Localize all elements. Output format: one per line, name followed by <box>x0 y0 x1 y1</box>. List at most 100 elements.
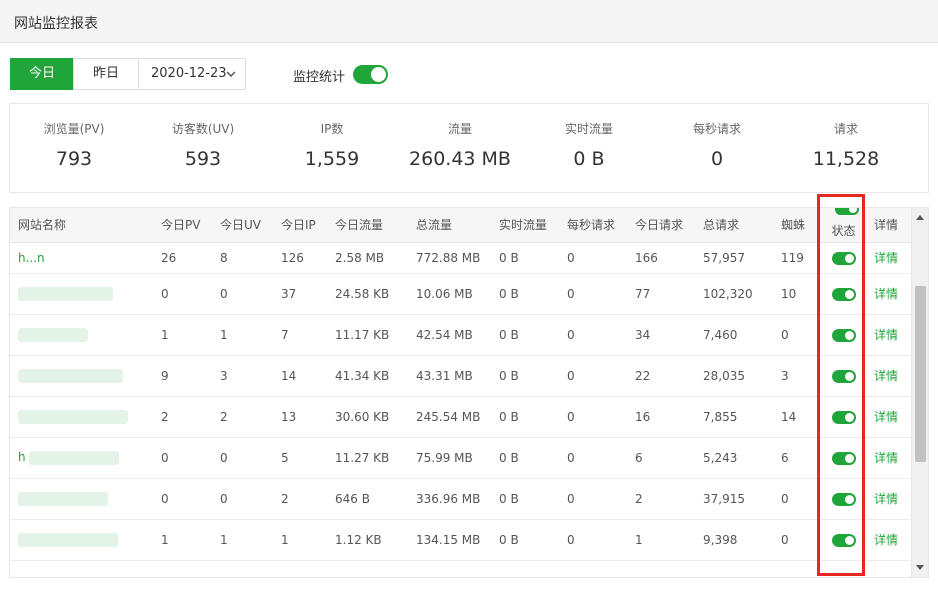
site-table-container[interactable]: 网站名称 今日PV 今日UV 今日IP 今日流量 总流量 实时流量 每秒请求 今… <box>9 207 929 578</box>
detail-link[interactable]: 详情 <box>874 451 898 465</box>
date-select[interactable]: 2020-12-23 <box>138 58 246 90</box>
col-spider[interactable]: 蜘蛛 <box>773 208 821 243</box>
site-name-cell[interactable] <box>10 478 153 520</box>
realtime-traffic-cell: 0 B <box>491 437 559 479</box>
site-name-cell[interactable]: h...n <box>10 242 153 274</box>
pv-cell: 0 <box>153 273 212 315</box>
total-traffic-cell: 772.88 MB <box>408 242 491 274</box>
site-name-cell[interactable] <box>10 519 153 561</box>
col-today-traffic[interactable]: 今日流量 <box>327 208 408 243</box>
col-total-traffic[interactable]: 总流量 <box>408 208 491 243</box>
requests-cell: 22 <box>627 355 695 397</box>
site-table: 网站名称 今日PV 今日UV 今日IP 今日流量 总流量 实时流量 每秒请求 今… <box>10 208 928 561</box>
detail-link[interactable]: 详情 <box>874 492 898 506</box>
status-toggle[interactable] <box>831 328 856 342</box>
today-button[interactable]: 今日 <box>10 58 74 90</box>
stat-label: 实时流量 <box>564 122 613 136</box>
col-site-name[interactable]: 网站名称 <box>10 208 153 243</box>
status-toggle-all[interactable] <box>835 208 859 215</box>
total-requests-cell: 102,320 <box>695 273 773 315</box>
detail-link[interactable]: 详情 <box>874 328 898 342</box>
table-row: h...n 26 8 126 2.58 MB 772.88 MB 0 B 0 1… <box>10 242 928 274</box>
status-toggle[interactable] <box>831 369 856 383</box>
col-today-uv[interactable]: 今日UV <box>212 208 273 243</box>
site-name-cell[interactable] <box>10 396 153 438</box>
total-traffic-cell: 245.54 MB <box>408 396 491 438</box>
ip-cell: 14 <box>273 355 327 397</box>
status-toggle[interactable] <box>831 492 856 506</box>
table-row: 1 1 7 11.17 KB 42.54 MB 0 B 0 34 7,460 0… <box>10 314 928 356</box>
stat-value: 0 <box>710 148 724 170</box>
requests-cell: 2 <box>627 478 695 520</box>
status-cell <box>821 396 866 438</box>
traffic-cell: 11.17 KB <box>327 314 408 356</box>
window-title: 网站监控报表 <box>14 16 98 32</box>
stat-value: 593 <box>184 148 222 170</box>
uv-cell: 1 <box>212 519 273 561</box>
ip-cell: 37 <box>273 273 327 315</box>
site-name-cell[interactable] <box>10 273 153 315</box>
chevron-down-icon <box>226 71 236 78</box>
total-traffic-cell: 75.99 MB <box>408 437 491 479</box>
site-name-cell[interactable] <box>10 355 153 397</box>
table-row: 1 1 1 1.12 KB 134.15 MB 0 B 0 1 9,398 0 … <box>10 519 928 561</box>
ip-cell: 1 <box>273 519 327 561</box>
status-toggle[interactable] <box>831 287 856 301</box>
site-name-cell[interactable] <box>10 314 153 356</box>
status-cell <box>821 314 866 356</box>
spider-cell: 6 <box>773 437 821 479</box>
stat-label: 请求 <box>833 122 858 136</box>
spider-cell: 14 <box>773 396 821 438</box>
col-realtime-traffic[interactable]: 实时流量 <box>491 208 559 243</box>
rps-cell: 0 <box>559 273 627 315</box>
vertical-scrollbar[interactable] <box>911 208 928 577</box>
monitor-stats-label: 监控统计 <box>293 70 346 85</box>
site-name-redacted <box>29 450 120 465</box>
col-status[interactable]: 状态 <box>821 208 866 243</box>
status-toggle[interactable] <box>831 410 856 424</box>
toggle-knob <box>844 253 854 263</box>
site-name-redacted <box>18 286 113 301</box>
requests-cell: 1 <box>627 519 695 561</box>
rps-cell: 0 <box>559 437 627 479</box>
site-name[interactable]: h <box>18 450 26 464</box>
total-traffic-cell: 43.31 MB <box>408 355 491 397</box>
site-name[interactable]: h...n <box>18 251 45 265</box>
realtime-traffic-cell: 0 B <box>491 478 559 520</box>
stat-value: 11,528 <box>812 148 880 170</box>
status-toggle[interactable] <box>831 533 856 547</box>
detail-link[interactable]: 详情 <box>874 369 898 383</box>
yesterday-button[interactable]: 昨日 <box>73 58 139 90</box>
toggle-knob <box>844 494 854 504</box>
detail-link[interactable]: 详情 <box>874 410 898 424</box>
traffic-cell: 11.27 KB <box>327 437 408 479</box>
table-row: 2 2 13 30.60 KB 245.54 MB 0 B 0 16 7,855… <box>10 396 928 438</box>
realtime-traffic-cell: 0 B <box>491 519 559 561</box>
pv-cell: 9 <box>153 355 212 397</box>
col-today-requests[interactable]: 今日请求 <box>627 208 695 243</box>
uv-cell: 3 <box>212 355 273 397</box>
rps-cell: 0 <box>559 242 627 274</box>
rps-cell: 0 <box>559 314 627 356</box>
detail-link[interactable]: 详情 <box>874 533 898 547</box>
status-toggle[interactable] <box>831 451 856 465</box>
col-total-requests[interactable]: 总请求 <box>695 208 773 243</box>
col-requests-per-second[interactable]: 每秒请求 <box>559 208 627 243</box>
col-today-pv[interactable]: 今日PV <box>153 208 212 243</box>
site-name-cell[interactable]: h <box>10 437 153 479</box>
col-today-ip[interactable]: 今日IP <box>273 208 327 243</box>
requests-cell: 6 <box>627 437 695 479</box>
ip-cell: 13 <box>273 396 327 438</box>
scrollbar-thumb[interactable] <box>915 286 926 462</box>
stat-value: 1,559 <box>304 148 360 170</box>
scroll-down-arrow-icon[interactable] <box>916 565 924 570</box>
detail-link[interactable]: 详情 <box>874 287 898 301</box>
traffic-cell: 24.58 KB <box>327 273 408 315</box>
status-toggle[interactable] <box>831 251 856 265</box>
realtime-traffic-cell: 0 B <box>491 314 559 356</box>
stat-label: 访客数(UV) <box>171 122 235 136</box>
scroll-up-arrow-icon[interactable] <box>916 215 924 220</box>
monitor-stats-toggle[interactable] <box>353 65 388 84</box>
detail-link[interactable]: 详情 <box>874 251 898 265</box>
toggle-knob <box>371 67 386 82</box>
